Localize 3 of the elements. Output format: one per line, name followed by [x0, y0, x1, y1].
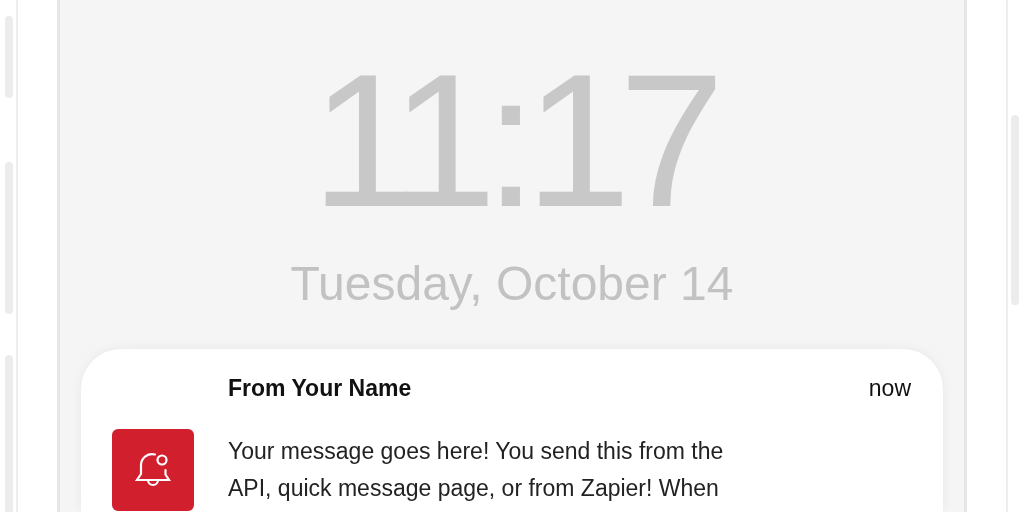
message-text: Your message goes here! You send this from the API, quick message page, or from Zapier! When	[228, 436, 725, 503]
notification-time: now	[868, 374, 911, 403]
sender-name: From Your Name	[228, 374, 412, 403]
